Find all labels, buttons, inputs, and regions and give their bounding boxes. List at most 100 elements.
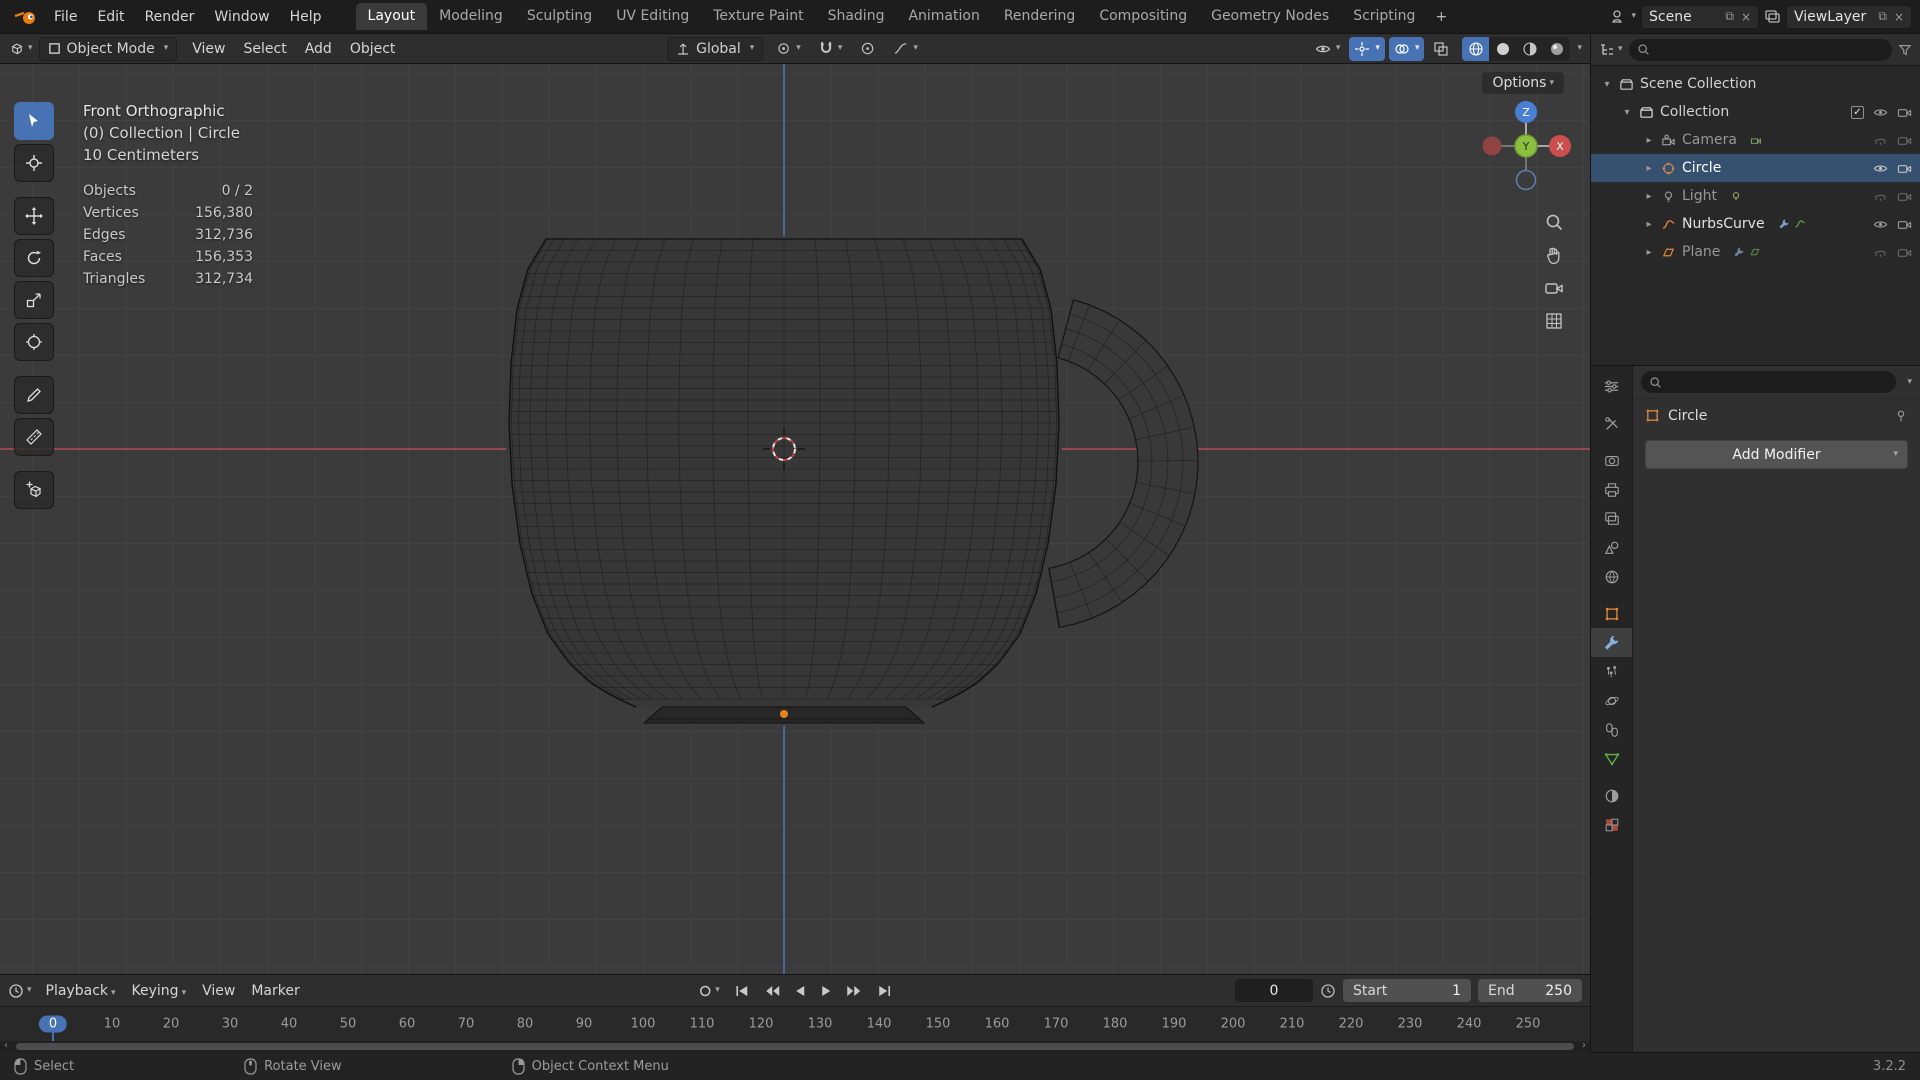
tab-constraints[interactable] (1591, 715, 1632, 744)
mode-select[interactable]: Object Mode ▾ (38, 36, 178, 61)
tab-modifiers[interactable] (1591, 628, 1632, 657)
cursor-tool[interactable] (14, 144, 54, 182)
disclosure-icon[interactable]: ▾ (1601, 79, 1613, 90)
outliner-item-circle[interactable]: ▸ Circle (1591, 154, 1920, 182)
menu-select[interactable]: Select (235, 39, 296, 59)
disable-in-render-icon[interactable] (1897, 105, 1912, 120)
editor-type-outliner-icon[interactable]: ▾ (1599, 42, 1623, 58)
menu-keying[interactable]: Keying ▾ (124, 981, 195, 1001)
tab-animation[interactable]: Animation (896, 3, 991, 30)
tab-output[interactable] (1591, 475, 1632, 504)
tab-object-data[interactable] (1591, 744, 1632, 773)
filter-icon[interactable] (1898, 43, 1912, 57)
shading-material-button[interactable] (1516, 37, 1543, 61)
shading-rendered-button[interactable] (1543, 37, 1570, 61)
start-frame-field[interactable]: Start 1 (1343, 979, 1471, 1002)
menu-file[interactable]: File (44, 6, 87, 28)
tab-tool[interactable] (1591, 409, 1632, 438)
tab-world[interactable] (1591, 562, 1632, 591)
disable-in-render-icon[interactable] (1897, 245, 1912, 260)
pivot-point-select[interactable]: ▾ (771, 37, 806, 61)
menu-edit[interactable]: Edit (87, 6, 134, 28)
gizmo-z-neg-axis[interactable] (1515, 169, 1537, 191)
scene-name-field[interactable]: Scene ⧉ × (1641, 4, 1759, 29)
hide-in-viewport-icon[interactable] (1873, 105, 1888, 120)
rotate-tool[interactable] (14, 239, 54, 277)
new-scene-icon[interactable]: ⧉ (1725, 9, 1734, 24)
hide-in-viewport-icon[interactable] (1873, 245, 1888, 260)
shading-wireframe-button[interactable] (1462, 36, 1490, 61)
annotate-tool[interactable] (14, 376, 54, 414)
tab-sculpting[interactable]: Sculpting (515, 3, 604, 30)
tab-shading[interactable]: Shading (816, 3, 897, 30)
hide-in-viewport-icon[interactable] (1873, 133, 1888, 148)
timeline-scrollbar[interactable] (16, 1043, 1574, 1050)
blender-logo-icon[interactable] (14, 9, 38, 25)
timeline-ruler[interactable]: 0 10 20 30 40 50 60 70 80 90 100 110 120 130 140 150 16… (0, 1007, 1590, 1041)
grid-perspective-icon[interactable] (1544, 311, 1564, 331)
proportional-editing-icon[interactable] (855, 37, 880, 61)
outliner-item-plane[interactable]: ▸ Plane (1591, 238, 1920, 266)
menu-help[interactable]: Help (280, 6, 332, 28)
view-layer-icon[interactable] (1764, 9, 1781, 24)
auto-keying-toggle[interactable]: ▾ (694, 982, 724, 1000)
unlink-scene-icon[interactable]: × (1741, 10, 1751, 24)
tab-compositing[interactable]: Compositing (1087, 3, 1199, 30)
tab-uv-editing[interactable]: UV Editing (604, 3, 701, 30)
shading-solid-button[interactable] (1489, 37, 1516, 61)
properties-editor-icon[interactable] (1591, 372, 1632, 401)
disable-in-render-icon[interactable] (1897, 189, 1912, 204)
tab-modeling[interactable]: Modeling (427, 3, 515, 30)
jump-to-end-button[interactable] (872, 983, 896, 999)
menu-add[interactable]: Add (296, 39, 341, 59)
outliner-scene-collection-row[interactable]: ▾ Scene Collection (1591, 70, 1920, 98)
playhead-badge[interactable]: 0 (38, 1015, 68, 1033)
tab-layout[interactable]: Layout (355, 3, 428, 30)
measure-tool[interactable] (14, 418, 54, 456)
hide-in-viewport-icon[interactable] (1873, 217, 1888, 232)
hide-in-viewport-icon[interactable] (1873, 161, 1888, 176)
play-reverse-button[interactable] (790, 983, 810, 999)
navigation-gizmo[interactable]: Z X Y (1478, 98, 1574, 194)
menu-marker[interactable]: Marker (243, 981, 307, 1001)
menu-render[interactable]: Render (135, 6, 205, 28)
shading-options-chevron[interactable]: ▾ (1577, 44, 1582, 53)
disclosure-icon[interactable]: ▾ (1621, 107, 1633, 118)
outliner-collection-row[interactable]: ▾ Collection ✓ (1591, 98, 1920, 126)
options-dropdown[interactable]: Options ▾ (1482, 72, 1564, 94)
disable-in-render-icon[interactable] (1897, 161, 1912, 176)
object-visibility-toggle[interactable]: ▾ (1310, 37, 1346, 61)
properties-options-chevron[interactable]: ▾ (1907, 377, 1912, 387)
snap-magnet-icon[interactable]: ▾ (814, 37, 848, 61)
tab-view-layer[interactable] (1591, 504, 1632, 533)
view-layer-field[interactable]: ViewLayer ⧉ × (1786, 4, 1912, 29)
properties-search-input[interactable] (1641, 371, 1897, 393)
menu-tl-view[interactable]: View (194, 981, 243, 1001)
outliner-item-light[interactable]: ▸ Light (1591, 182, 1920, 210)
previous-keyframe-button[interactable] (760, 983, 784, 999)
tab-particles[interactable] (1591, 657, 1632, 686)
next-keyframe-button[interactable] (842, 983, 866, 999)
gizmo-x-neg-axis[interactable] (1482, 136, 1502, 156)
proportional-falloff-icon[interactable]: ▾ (888, 37, 923, 61)
tab-texture[interactable] (1591, 810, 1632, 839)
zoom-icon[interactable] (1544, 212, 1564, 232)
disclosure-icon[interactable]: ▸ (1643, 135, 1655, 146)
tab-scene[interactable] (1591, 533, 1632, 562)
play-button[interactable] (816, 983, 836, 999)
disclosure-icon[interactable]: ▸ (1643, 219, 1655, 230)
menu-view[interactable]: View (183, 39, 234, 59)
tab-physics[interactable] (1591, 686, 1632, 715)
add-view-layer-icon[interactable]: ⧉ (1878, 9, 1887, 24)
scale-tool[interactable] (14, 281, 54, 319)
disclosure-icon[interactable]: ▸ (1643, 163, 1655, 174)
tab-rendering[interactable]: Rendering (992, 3, 1088, 30)
viewport-canvas[interactable]: Front Orthographic (0) Collection | Circ… (0, 64, 1590, 974)
scene-browse-icon[interactable]: ▾ (1611, 9, 1636, 24)
end-frame-field[interactable]: End 250 (1478, 979, 1582, 1002)
add-modifier-button[interactable]: Add Modifier ▾ (1645, 440, 1908, 469)
move-tool[interactable] (14, 197, 54, 235)
select-box-tool[interactable] (14, 102, 54, 140)
xray-toggle[interactable] (1428, 37, 1454, 61)
disable-in-render-icon[interactable] (1897, 133, 1912, 148)
